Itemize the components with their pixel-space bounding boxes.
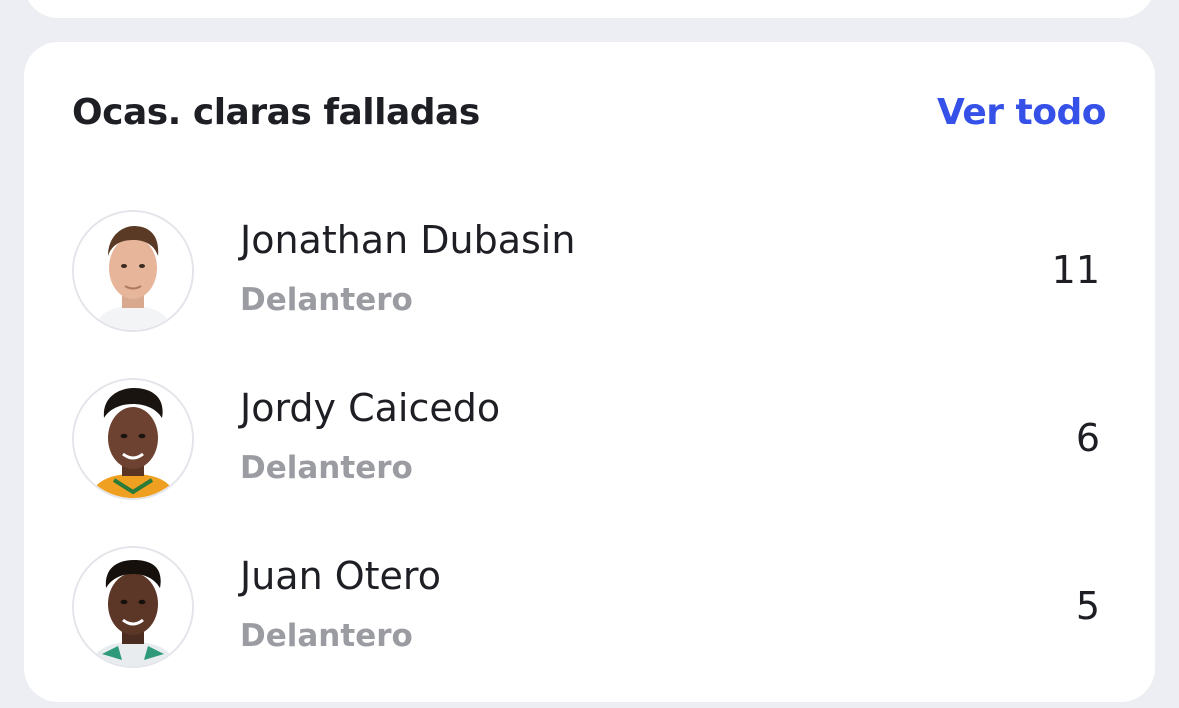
missed-chances-card: Ocas. claras falladas Ver todo Jonathan … [24,42,1155,702]
player-name: Jonathan Dubasin [240,218,576,262]
player-list: Jonathan Dubasin Delantero 11 Jordy Caic [24,192,1155,696]
player-photo-icon [74,212,192,330]
player-row[interactable]: Juan Otero Delantero 5 [24,528,1155,696]
player-stat-value: 11 [1051,248,1100,292]
player-avatar [72,378,194,500]
player-name: Juan Otero [240,554,441,598]
player-position: Delantero [240,450,413,486]
player-stat-value: 6 [1075,416,1100,460]
player-stat-value: 5 [1075,584,1100,628]
card-header: Ocas. claras falladas Ver todo [24,42,1155,192]
player-avatar [72,546,194,668]
player-row[interactable]: Jordy Caicedo Delantero 6 [24,360,1155,528]
player-row[interactable]: Jonathan Dubasin Delantero 11 [24,192,1155,360]
player-name: Jordy Caicedo [240,386,501,430]
previous-card [24,0,1155,18]
card-title: Ocas. claras falladas [72,92,480,133]
player-avatar [72,210,194,332]
player-position: Delantero [240,618,413,654]
player-photo-icon [74,548,192,666]
player-position: Delantero [240,282,413,318]
player-photo-icon [74,380,192,498]
see-all-link[interactable]: Ver todo [937,92,1107,133]
